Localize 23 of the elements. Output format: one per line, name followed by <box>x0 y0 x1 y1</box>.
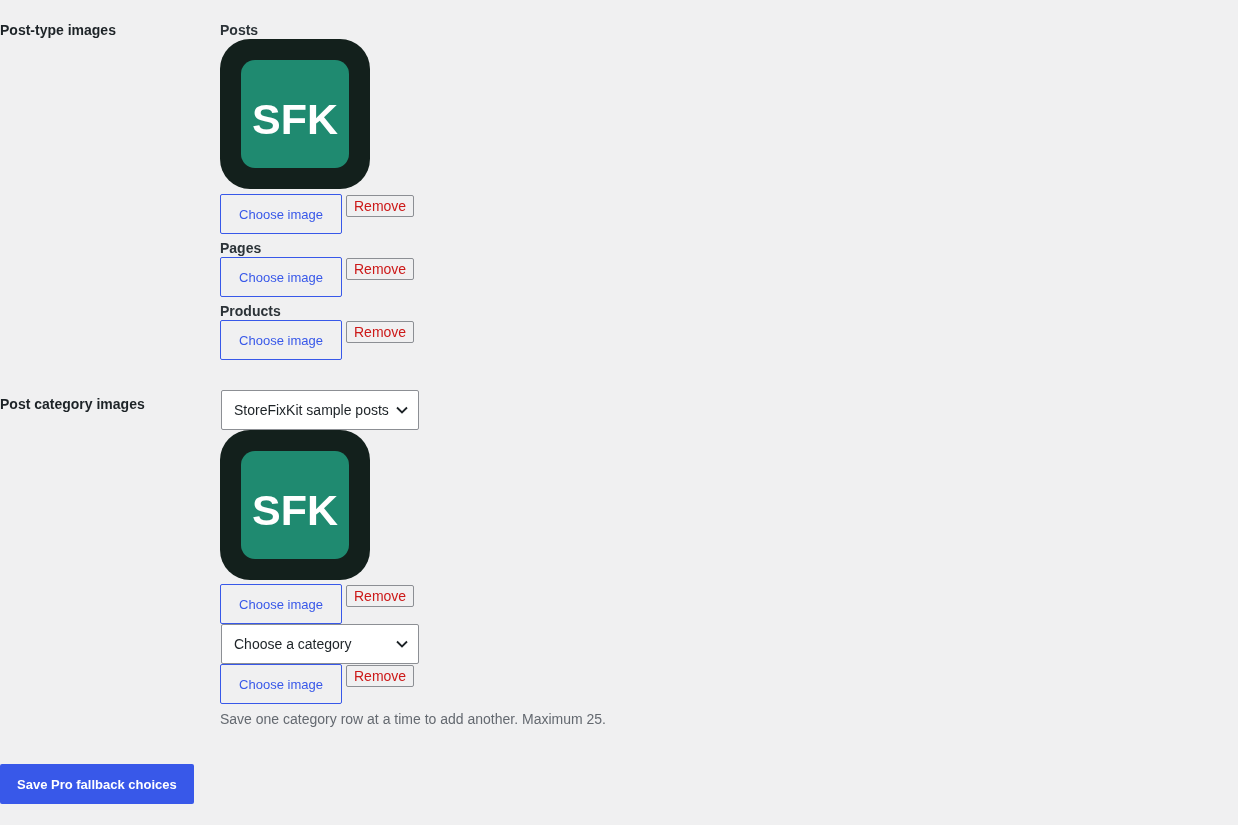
chevron-down-icon <box>396 640 408 648</box>
logo-lettering: SFK <box>241 60 349 168</box>
field-label: Pages <box>220 240 262 257</box>
field-label: Posts <box>220 22 259 39</box>
choose-image-button[interactable]: Choose image <box>220 584 342 624</box>
logo-lettering: SFK <box>241 451 349 559</box>
remove-button[interactable]: Remove <box>346 665 415 687</box>
category-select[interactable]: Choose a category <box>221 624 419 664</box>
choose-image-button[interactable]: Choose image <box>220 664 342 704</box>
remove-button[interactable]: Remove <box>346 258 415 280</box>
remove-button[interactable]: Remove <box>346 321 415 343</box>
section-label: Post-type images <box>0 21 116 39</box>
field-label: Products <box>220 303 281 320</box>
category-select[interactable]: StoreFixKit sample posts <box>221 390 419 430</box>
choose-image-button[interactable]: Choose image <box>220 320 342 360</box>
help-text: Save one category row at a time to add another. Maximum 25. <box>220 710 606 729</box>
remove-button[interactable]: Remove <box>346 195 415 217</box>
choose-image-button[interactable]: Choose image <box>220 257 342 297</box>
save-button[interactable]: Save Pro fallback choices <box>0 764 194 804</box>
chevron-down-icon <box>396 406 408 414</box>
remove-button[interactable]: Remove <box>346 585 415 607</box>
choose-image-button[interactable]: Choose image <box>220 194 342 234</box>
section-label: Post category images <box>0 395 145 413</box>
